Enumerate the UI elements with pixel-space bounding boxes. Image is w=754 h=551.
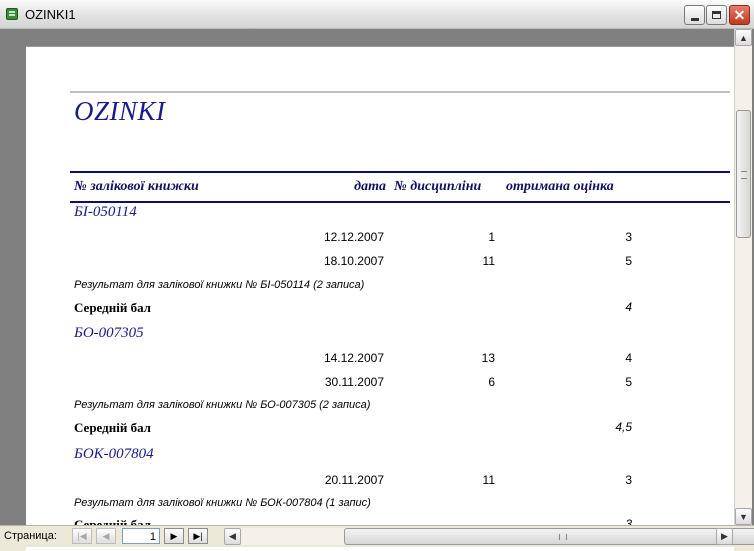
previous-page-icon: ◀ — [102, 530, 110, 541]
arrow-right-icon: ▶ — [721, 531, 728, 541]
average-value: 4,5 — [615, 420, 632, 434]
next-page-button[interactable]: ▶ — [164, 528, 184, 544]
minimize-icon — [690, 17, 699, 21]
cell-date: 30.11.2007 — [324, 375, 384, 389]
scroll-down-button[interactable]: ▼ — [735, 508, 752, 525]
column-header-book: № залікової книжки — [74, 179, 199, 194]
average-value: 4 — [625, 300, 632, 314]
cell-date: 20.11.2007 — [324, 473, 384, 487]
top-rule — [70, 91, 730, 93]
group-header-book: БО-007305 — [74, 325, 144, 341]
window-title: OZINKI1 — [25, 7, 76, 22]
cell-discipline: 13 — [481, 351, 495, 365]
report-title: OZINKI — [74, 96, 166, 126]
report-page: OZINKI № залікової книжки дата № дисципл… — [26, 46, 734, 551]
scroll-right-button[interactable]: ▶ — [716, 528, 733, 545]
cell-grade: 4 — [625, 351, 632, 365]
cell-date: 18.10.2007 — [323, 254, 384, 268]
last-page-button[interactable]: ▶| — [188, 528, 208, 544]
navigation-bar: Страница: |◀ ◀ ▶ ▶| ◀ ▶ — [0, 525, 754, 547]
cell-grade: 5 — [625, 254, 632, 268]
horizontal-scroll-thumb[interactable] — [344, 528, 754, 545]
cell-discipline: 6 — [488, 375, 495, 389]
resize-grip-icon[interactable] — [736, 528, 752, 545]
vertical-scroll-thumb[interactable] — [736, 110, 751, 238]
column-header-discipline: № дисципліни — [394, 179, 482, 194]
group-summary: Результат для залікової книжки № БОК-007… — [74, 497, 371, 509]
group-header-book: БІ-050114 — [74, 204, 137, 220]
title-bar[interactable]: OZINKI1 ✕ — [0, 0, 754, 29]
maximize-icon — [712, 11, 721, 19]
scroll-left-button[interactable]: ◀ — [224, 528, 241, 545]
arrow-up-icon: ▲ — [739, 32, 748, 43]
group-header-book: БОК-007804 — [74, 446, 154, 462]
first-page-button[interactable]: |◀ — [72, 528, 92, 544]
cell-discipline: 11 — [482, 254, 495, 268]
grip-icon — [741, 171, 747, 179]
arrow-left-icon: ◀ — [229, 531, 236, 541]
page-label: Страница: — [4, 530, 57, 542]
header-rule-top — [70, 171, 730, 173]
minimize-button[interactable] — [684, 5, 705, 25]
last-page-icon: ▶| — [193, 530, 203, 541]
column-header-date: дата — [354, 179, 386, 194]
average-label: Середній бал — [74, 300, 151, 315]
page-number-input[interactable] — [122, 528, 160, 544]
cell-grade: 5 — [625, 375, 632, 389]
header-rule-bottom — [70, 201, 730, 203]
column-header-grade: отримана оцінка — [506, 179, 614, 194]
cell-date: 14.12.2007 — [323, 351, 384, 365]
horizontal-scrollbar[interactable]: ◀ ▶ — [224, 528, 754, 545]
arrow-down-icon: ▼ — [739, 511, 748, 522]
next-page-icon: ▶ — [170, 530, 178, 541]
group-summary: Результат для залікової книжки № БО-0073… — [74, 399, 371, 411]
maximize-button[interactable] — [706, 5, 727, 25]
close-button[interactable]: ✕ — [729, 5, 750, 25]
grip-icon — [559, 534, 567, 540]
cell-grade: 3 — [625, 473, 632, 487]
cell-date: 12.12.2007 — [323, 230, 384, 244]
close-icon: ✕ — [733, 7, 746, 23]
report-icon — [6, 8, 18, 20]
average-label: Середній бал — [74, 420, 151, 435]
previous-page-button[interactable]: ◀ — [96, 528, 116, 544]
report-preview-area: OZINKI № залікової книжки дата № дисципл… — [0, 29, 754, 551]
scroll-up-button[interactable]: ▲ — [735, 29, 752, 46]
group-summary: Результат для залікової книжки № БІ-0501… — [74, 279, 365, 291]
cell-grade: 3 — [625, 230, 632, 244]
vertical-scrollbar[interactable]: ▲ ▼ — [734, 29, 752, 525]
first-page-icon: |◀ — [77, 530, 87, 541]
cell-discipline: 11 — [482, 473, 495, 487]
cell-discipline: 1 — [488, 230, 495, 244]
